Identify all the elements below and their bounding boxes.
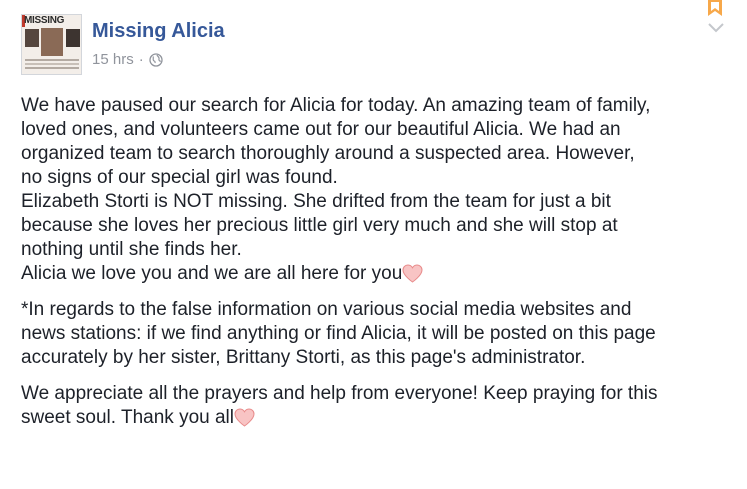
post-text-line: because she loves her precious little gi… [21, 215, 618, 236]
post-paragraph: We have paused our search for Alicia for… [21, 94, 731, 286]
heart-icon [402, 264, 423, 283]
post-meta: 15 hrs · [92, 51, 163, 69]
avatar-poster-text: MISSING [24, 15, 65, 26]
post-text-line: sweet soul. Thank you all [21, 407, 234, 428]
post-text-line: Elizabeth Storti is NOT missing. She dri… [21, 191, 611, 212]
post-timestamp[interactable]: 15 hrs [92, 51, 134, 69]
post-text-line: We appreciate all the prayers and help f… [21, 383, 658, 404]
post-text-line: no signs of our special girl was found. [21, 167, 338, 188]
post-text-line: *In regards to the false information on … [21, 299, 632, 320]
post-paragraph: *In regards to the false information on … [21, 298, 731, 370]
bookmark-icon[interactable] [708, 0, 722, 16]
post-text-line: We have paused our search for Alicia for… [21, 95, 651, 116]
post-text-line: nothing until she finds her. [21, 239, 242, 260]
poster-photo [25, 29, 39, 47]
meta-separator: · [138, 51, 144, 68]
post-text-line: loved ones, and volunteers came out for … [21, 119, 621, 140]
post-text-line-with-emoji: Alicia we love you and we are all here f… [21, 262, 731, 286]
page-name-link[interactable]: Missing Alicia [92, 19, 225, 43]
poster-text-lines [25, 59, 79, 61]
facebook-post: MISSING Missing Alicia 15 hrs · We have … [0, 0, 747, 489]
post-paragraph: We appreciate all the prayers and help f… [21, 382, 731, 430]
post-text-line: organized team to search thoroughly arou… [21, 143, 635, 164]
chevron-down-icon[interactable] [707, 22, 725, 34]
heart-icon [234, 408, 255, 427]
page-avatar[interactable]: MISSING [21, 14, 82, 75]
poster-photo [66, 29, 80, 47]
post-text-line: Alicia we love you and we are all here f… [21, 263, 403, 284]
post-text-line-with-emoji: sweet soul. Thank you all [21, 406, 731, 430]
poster-photo [41, 28, 63, 56]
globe-icon[interactable] [149, 53, 163, 67]
post-text-line: accurately by her sister, Brittany Stort… [21, 347, 586, 368]
post-content: We have paused our search for Alicia for… [21, 94, 731, 442]
post-text-line: news stations: if we find anything or fi… [21, 323, 656, 344]
